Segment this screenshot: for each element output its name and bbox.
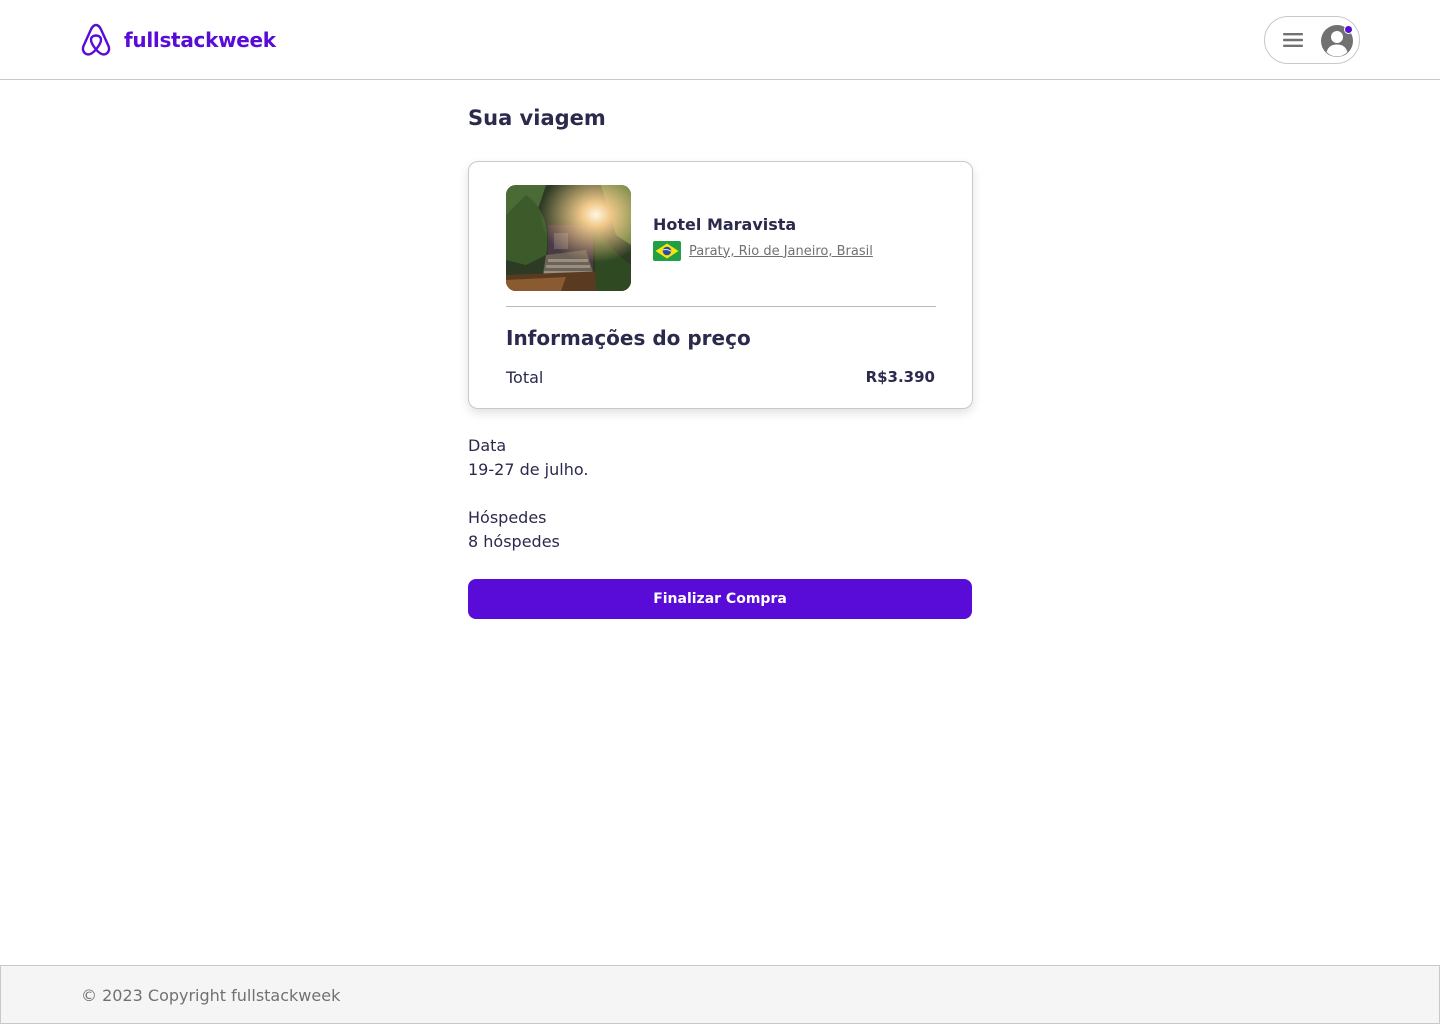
total-value: R$3.390 <box>865 368 935 386</box>
brazil-flag-icon <box>653 241 681 261</box>
brand-logo[interactable]: fullstackweek <box>80 22 276 58</box>
location-link[interactable]: Paraty, Rio de Janeiro, Brasil <box>689 244 873 259</box>
footer: © 2023 Copyright fullstackweek <box>0 965 1440 1024</box>
hamburger-menu-icon <box>1283 33 1303 47</box>
user-menu-button[interactable] <box>1264 16 1360 64</box>
avatar[interactable] <box>1320 24 1354 58</box>
hotel-location: Paraty, Rio de Janeiro, Brasil <box>653 241 873 261</box>
date-info: Data 19-27 de julho. <box>468 434 588 482</box>
guests-info: Hóspedes 8 hóspedes <box>468 506 560 554</box>
page-title: Sua viagem <box>468 106 606 130</box>
card-divider <box>506 306 936 307</box>
price-info-title: Informações do preço <box>506 326 751 350</box>
brand-name: fullstackweek <box>124 28 276 52</box>
total-label: Total <box>506 368 544 387</box>
finalize-purchase-button[interactable]: Finalizar Compra <box>468 579 972 619</box>
airbnb-logo-icon <box>81 23 111 56</box>
trip-summary-card: Hotel Maravista Paraty, Rio de Janeiro, … <box>468 161 973 409</box>
hotel-photo <box>506 185 631 291</box>
date-value: 19-27 de julho. <box>468 460 589 479</box>
copyright-text: © 2023 Copyright fullstackweek <box>81 986 341 1005</box>
top-navbar: fullstackweek <box>0 0 1440 80</box>
date-label: Data <box>468 436 507 455</box>
guests-label: Hóspedes <box>468 508 547 527</box>
hotel-image <box>506 185 631 291</box>
notification-dot <box>1344 25 1353 34</box>
hotel-name: Hotel Maravista <box>653 215 797 234</box>
guests-value: 8 hóspedes <box>468 532 560 551</box>
